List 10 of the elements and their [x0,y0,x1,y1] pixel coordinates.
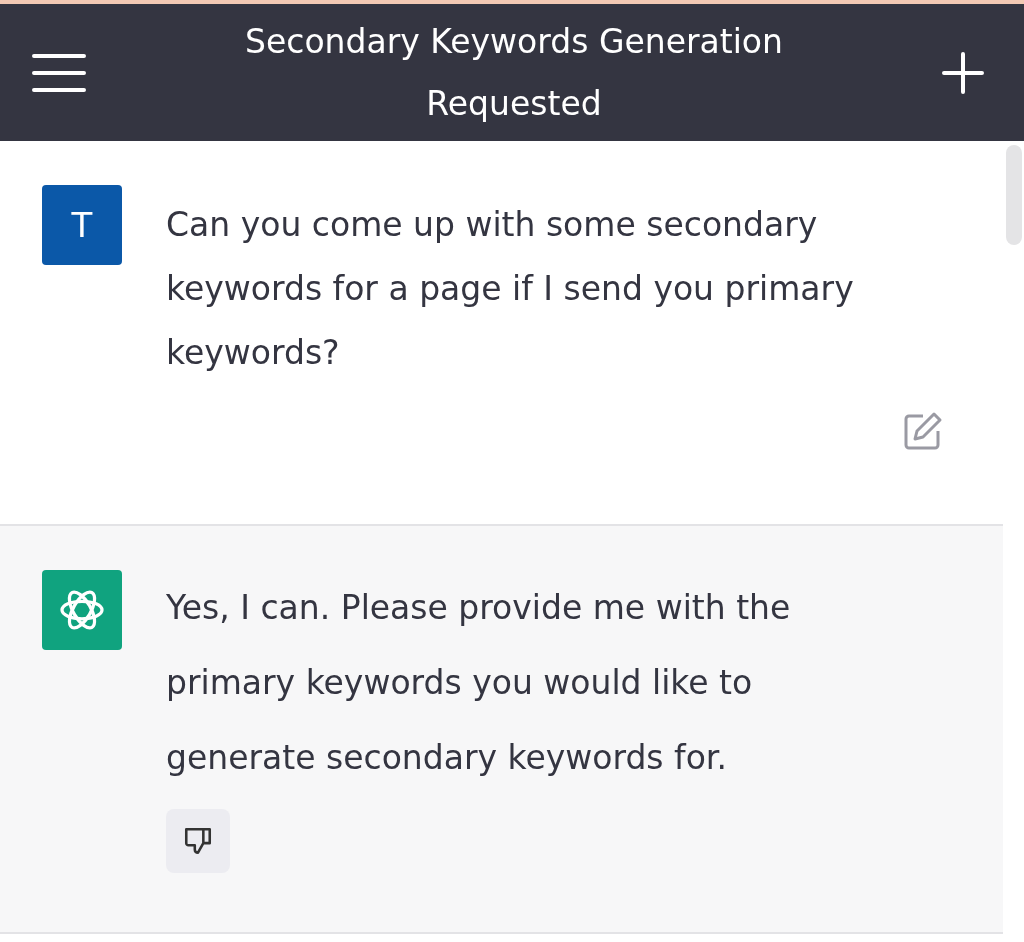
menu-icon[interactable] [32,52,86,93]
user-avatar: T [42,185,122,265]
plus-icon[interactable] [942,51,984,94]
edit-icon[interactable] [903,411,943,451]
message-text: Can you come up with some secondary keywords for a page if I send you primary keywords? [166,204,855,374]
conversation-title: Secondary Keywords Generation Requested [244,20,784,125]
message-text: Yes, I can. Please provide me with the primary keywords you would like to generate secondary keywords for. [166,587,792,779]
thumbs-down-icon [182,825,214,857]
scrollbar-thumb[interactable] [1006,145,1022,245]
thumbs-down-button[interactable] [166,809,230,873]
